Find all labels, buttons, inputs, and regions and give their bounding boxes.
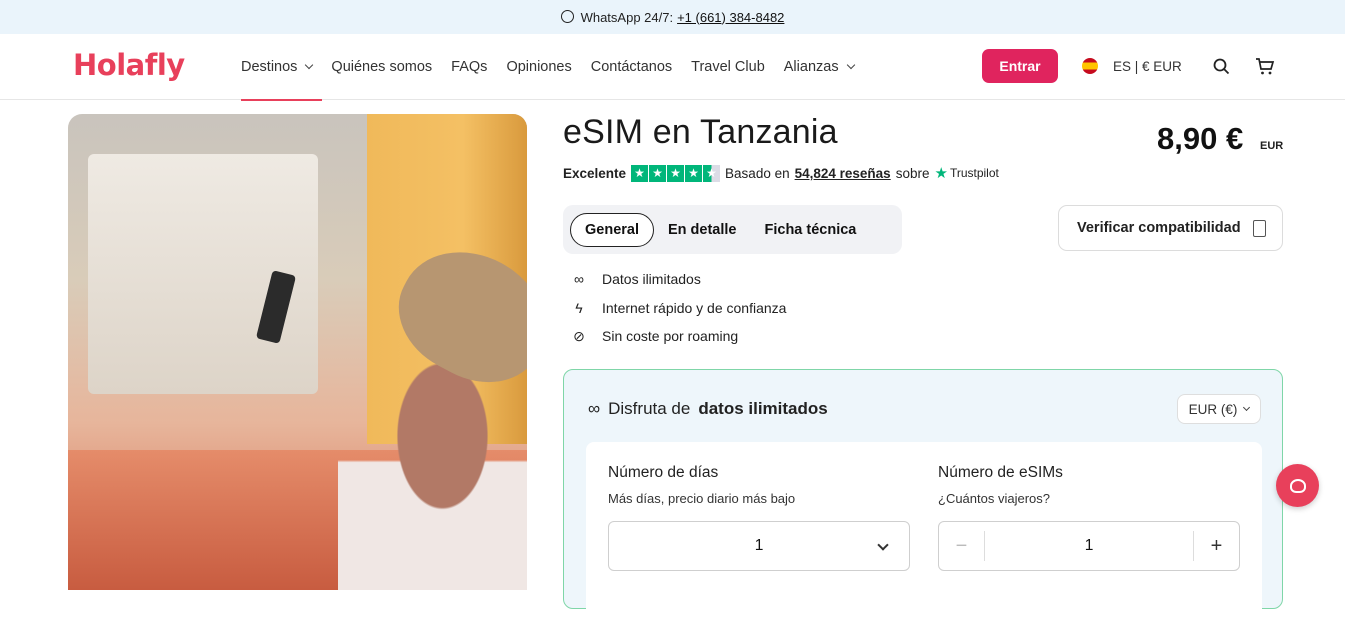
hero-person [338, 364, 527, 590]
nav-travel-club[interactable]: Travel Club [682, 34, 775, 100]
nav-faqs[interactable]: FAQs [442, 34, 497, 100]
days-dropdown[interactable]: 1 [608, 521, 910, 571]
whatsapp-icon [560, 9, 574, 23]
support-chat-button[interactable] [1276, 464, 1319, 507]
search-icon[interactable] [1213, 58, 1230, 75]
currency-select[interactable]: EUR (€) [1177, 394, 1261, 424]
nav-alianzas-label: Alianzas [783, 59, 839, 75]
main-nav: Destinos Quiénes somos FAQs Opiniones Co… [241, 34, 863, 101]
nav-opiniones[interactable]: Opiniones [497, 34, 581, 100]
nav-alianzas[interactable]: Alianzas [774, 34, 863, 100]
trustpilot-rating: Excelente ★ ★ ★ ★ ★ Basado en 54,824 res… [563, 164, 999, 182]
esims-field: Número de eSIMs ¿Cuántos viajeros? − 1 + [938, 464, 1240, 571]
star-icon: ★ [631, 164, 649, 182]
locale-selector[interactable]: ES | € EUR [1082, 58, 1182, 74]
esims-stepper: − 1 + [938, 521, 1240, 571]
days-hint: Más días, precio diario más bajo [608, 491, 796, 506]
cart-icon[interactable] [1255, 57, 1275, 76]
product-price: 8,90 € [1157, 121, 1244, 156]
holafly-logo[interactable]: Holafly [73, 48, 185, 82]
rating-based-on: Basado en [725, 165, 790, 181]
reviews-link[interactable]: 54,824 reseñas [795, 166, 891, 181]
infinity-icon: ∞ [574, 271, 584, 288]
site-header: Holafly Destinos Quiénes somos FAQs Opin… [0, 34, 1345, 101]
chevron-down-icon [1243, 403, 1251, 411]
whatsapp-banner: WhatsApp 24/7: +1 (661) 384-8482 [0, 0, 1345, 34]
tab-ficha-tecnica[interactable]: Ficha técnica [751, 213, 871, 247]
days-field: Número de días Más días, precio diario m… [608, 464, 910, 571]
rating-stars: ★ ★ ★ ★ ★ [631, 164, 721, 182]
star-icon: ★ [685, 164, 703, 182]
nav-quienes-somos-label: Quiénes somos [331, 59, 433, 75]
nav-faqs-label: FAQs [451, 59, 488, 75]
nav-opiniones-label: Opiniones [506, 59, 572, 75]
rating-label: Excelente [563, 165, 627, 181]
days-label: Número de días [608, 464, 719, 481]
feature-list: ∞ Datos ilimitados ϟ Internet rápido y d… [570, 270, 786, 346]
chevron-down-icon [877, 539, 889, 551]
star-icon: ★ [667, 164, 685, 182]
plan-configurator: ∞ Disfruta de datos ilimitados EUR (€) N… [563, 369, 1283, 622]
nav-contactanos[interactable]: Contáctanos [581, 34, 681, 100]
chevron-down-icon [305, 60, 314, 70]
star-half-icon: ★ [703, 164, 721, 182]
headset-icon [1289, 478, 1306, 493]
page-title: eSIM en Tanzania [563, 113, 838, 151]
no-roaming-icon: ⊘ [573, 327, 585, 344]
tab-general[interactable]: General [570, 212, 654, 247]
feature-unlimited-data: ∞ Datos ilimitados [570, 270, 786, 289]
compat-label: Verificar compatibilidad [1077, 220, 1241, 236]
esims-hint: ¿Cuántos viajeros? [938, 491, 1050, 506]
feature-label: Datos ilimitados [602, 271, 701, 288]
nav-destinos-label: Destinos [241, 59, 298, 75]
plan-title: ∞ Disfruta de datos ilimitados [588, 399, 828, 419]
price-currency: EUR [1260, 140, 1284, 152]
decrement-button[interactable]: − [939, 531, 985, 561]
device-check-icon [1252, 219, 1266, 237]
infinity-icon: ∞ [588, 399, 601, 418]
days-value: 1 [754, 537, 764, 554]
lightning-icon: ϟ [575, 299, 583, 316]
star-icon: ★ [649, 164, 667, 182]
locale-label: ES | € EUR [1113, 58, 1182, 74]
feature-no-roaming: ⊘ Sin coste por roaming [570, 327, 786, 346]
hero-photo-traveler [68, 114, 527, 590]
feature-fast-internet: ϟ Internet rápido y de confianza [570, 299, 786, 318]
nav-contactanos-label: Contáctanos [590, 59, 673, 75]
nav-destinos[interactable]: Destinos [241, 34, 322, 101]
spain-flag-icon [1082, 58, 1098, 74]
plan-title-bold: datos ilimitados [698, 399, 828, 418]
increment-button[interactable]: + [1193, 531, 1239, 561]
rating-on: sobre [895, 165, 930, 181]
nav-quienes-somos[interactable]: Quiénes somos [322, 34, 442, 100]
trustpilot-star-icon: ★ [934, 165, 948, 182]
product-tabs: General En detalle Ficha técnica [563, 205, 902, 254]
tab-en-detalle[interactable]: En detalle [654, 213, 751, 247]
esims-value[interactable]: 1 [1085, 537, 1094, 555]
currency-select-value: EUR (€) [1188, 401, 1238, 417]
plan-fields-card: Número de días Más días, precio diario m… [586, 442, 1262, 622]
plan-title-prefix: Disfruta de [608, 399, 691, 418]
check-compatibility-button[interactable]: Verificar compatibilidad [1058, 205, 1283, 251]
whatsapp-phone-link[interactable]: +1 (661) 384-8482 [677, 10, 784, 25]
feature-label: Sin coste por roaming [602, 328, 739, 345]
nav-travel-club-label: Travel Club [691, 59, 765, 75]
feature-label: Internet rápido y de confianza [602, 299, 787, 316]
whatsapp-label: WhatsApp 24/7: [580, 9, 674, 25]
chevron-down-icon [846, 60, 855, 70]
esims-label: Número de eSIMs [938, 464, 1063, 481]
login-button[interactable]: Entrar [982, 49, 1058, 83]
trustpilot-label: Trustpilot [949, 166, 999, 180]
